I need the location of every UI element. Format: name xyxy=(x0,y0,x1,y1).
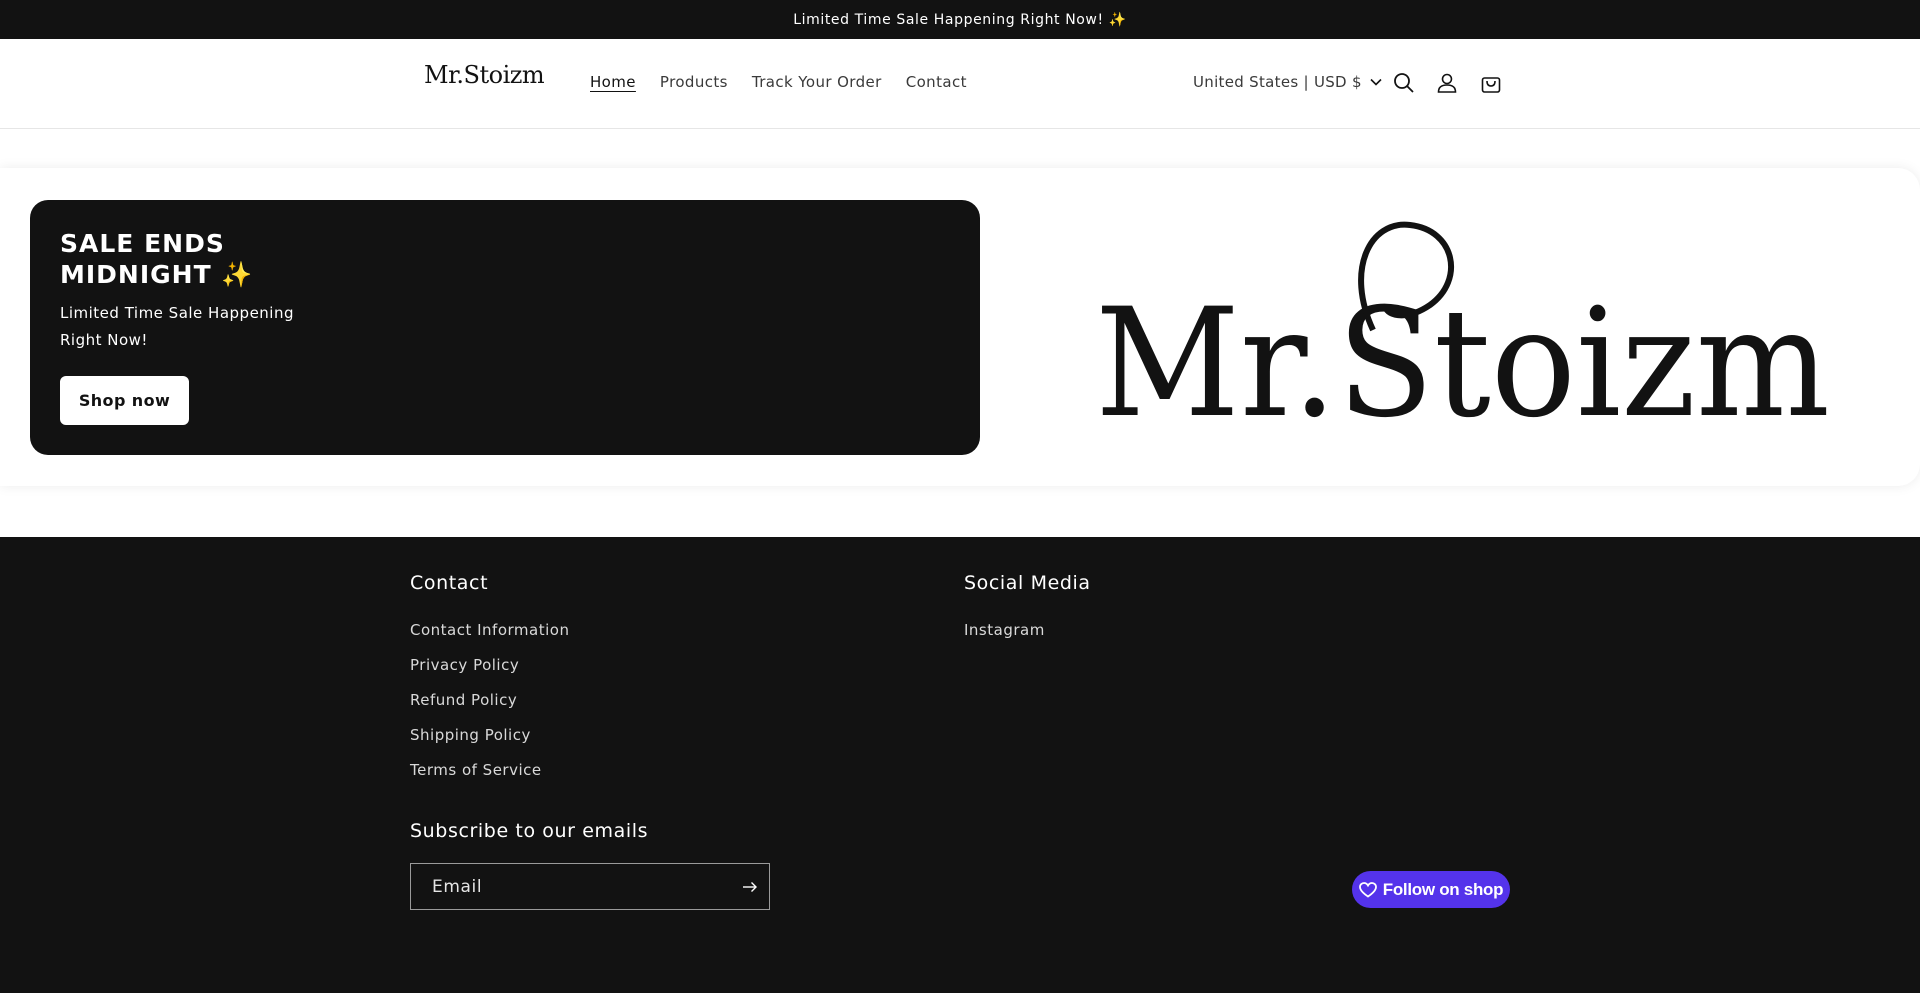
email-subscribe-form xyxy=(410,863,770,910)
subscribe-heading: Subscribe to our emails xyxy=(410,820,649,842)
follow-on-shop-button[interactable]: Follow on shop xyxy=(1352,871,1510,908)
header-logo[interactable]: Mr.Stoizm xyxy=(424,61,545,89)
nav-track-order[interactable]: Track Your Order xyxy=(752,73,882,91)
account-icon[interactable] xyxy=(1433,69,1461,97)
announcement-text: Limited Time Sale Happening Right Now! ✨ xyxy=(793,11,1127,28)
main-nav: Home Products Track Your Order Contact xyxy=(590,73,967,91)
footer-link-terms-of-service[interactable]: Terms of Service xyxy=(410,761,542,779)
footer-link-contact-information[interactable]: Contact Information xyxy=(410,621,569,639)
locale-label: United States | USD $ xyxy=(1193,73,1362,91)
locale-selector[interactable]: United States | USD $ xyxy=(1193,73,1382,91)
arrow-right-icon[interactable] xyxy=(739,876,761,898)
footer-link-refund-policy[interactable]: Refund Policy xyxy=(410,691,517,709)
announcement-bar: Limited Time Sale Happening Right Now! ✨ xyxy=(0,0,1920,39)
footer-contact-heading: Contact xyxy=(410,572,489,594)
banner-subtitle: Limited Time Sale Happening Right Now! xyxy=(60,304,295,349)
heart-icon xyxy=(1358,881,1377,898)
chevron-down-icon xyxy=(1370,78,1382,86)
banner-title: SALE ENDS MIDNIGHT ✨ xyxy=(60,229,254,289)
brand-logo-image: Mr.Stoizm xyxy=(1095,221,1830,440)
site-footer: Contact Contact Information Privacy Poli… xyxy=(0,537,1920,993)
site-header: Mr.Stoizm Home Products Track Your Order… xyxy=(0,39,1920,129)
footer-link-privacy-policy[interactable]: Privacy Policy xyxy=(410,656,519,674)
footer-link-shipping-policy[interactable]: Shipping Policy xyxy=(410,726,531,744)
sale-card: SALE ENDS MIDNIGHT ✨ Limited Time Sale H… xyxy=(30,200,980,455)
brand-logo-text: Mr.Stoizm xyxy=(1095,277,1830,440)
footer-link-instagram[interactable]: Instagram xyxy=(964,621,1045,639)
shop-now-button[interactable]: Shop now xyxy=(60,376,189,425)
nav-products[interactable]: Products xyxy=(660,73,728,91)
nav-home[interactable]: Home xyxy=(590,73,636,91)
follow-on-shop-label: Follow on shop xyxy=(1382,879,1504,899)
footer-social-heading: Social Media xyxy=(964,572,1091,594)
cart-icon[interactable] xyxy=(1477,69,1505,97)
nav-contact[interactable]: Contact xyxy=(906,73,967,91)
search-icon[interactable] xyxy=(1390,69,1418,97)
email-input[interactable] xyxy=(412,865,732,908)
